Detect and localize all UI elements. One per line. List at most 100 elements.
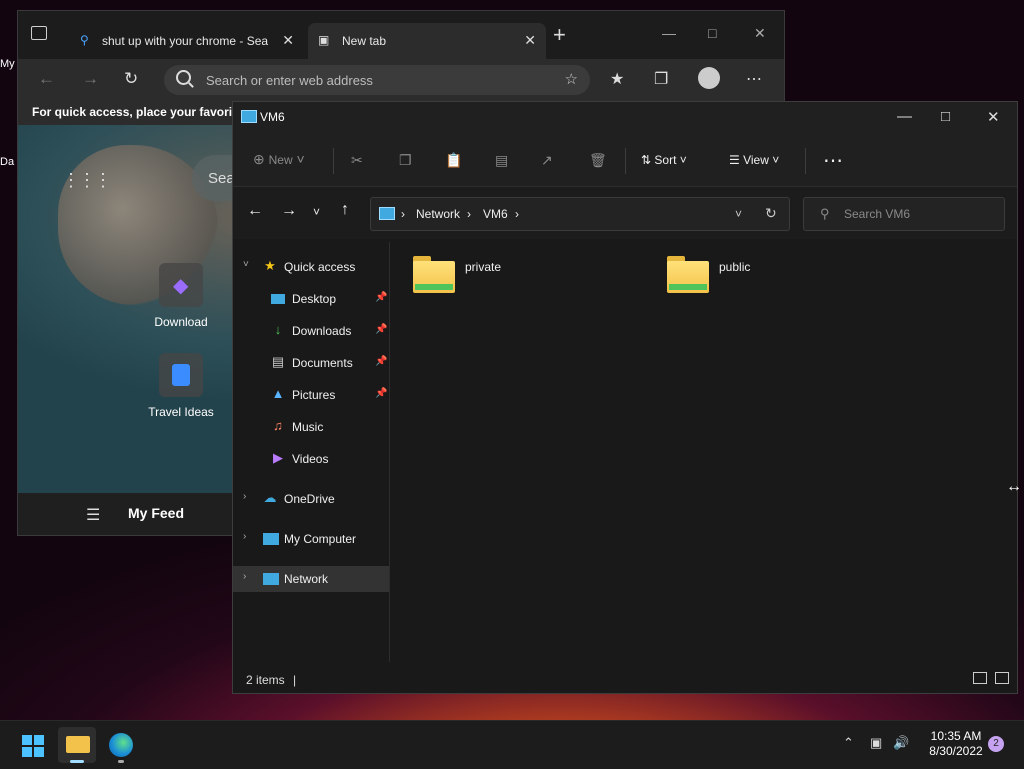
details-view-icon[interactable] — [973, 672, 987, 684]
add-favorite-icon[interactable]: ☆ — [565, 70, 578, 88]
minimize-icon[interactable]: — — [662, 25, 676, 41]
new-label: New — [268, 153, 293, 167]
edge-taskbar-button[interactable] — [102, 727, 140, 763]
delete-icon[interactable]: 🗑 — [589, 152, 607, 169]
rename-icon[interactable]: ▤ — [495, 152, 508, 169]
folder-item[interactable]: public — [667, 254, 750, 294]
refresh-icon[interactable]: ↻ — [124, 69, 138, 89]
search-icon: ⚲ — [820, 206, 830, 221]
show-hidden-icons-icon[interactable]: ⌃ — [843, 735, 854, 751]
collapsed-chevron-icon[interactable]: › — [243, 491, 246, 502]
nav-label: Music — [292, 420, 324, 434]
tab-actions-icon[interactable] — [31, 26, 47, 40]
profile-avatar[interactable] — [698, 67, 720, 89]
title-bar: VM6 — □ ✕ — [233, 102, 1017, 134]
share-icon[interactable]: ↗ — [541, 152, 553, 169]
navigation-row: ← → ˅ ↑ › Network › VM6 › ˅ ↻ ⚲ Search V… — [233, 187, 1017, 239]
start-button[interactable] — [12, 727, 50, 763]
pin-icon[interactable]: 📌 — [375, 356, 387, 367]
notification-badge[interactable]: 2 — [988, 736, 1004, 752]
nav-item-videos[interactable]: ▶ Videos — [233, 446, 389, 472]
address-dropdown-icon[interactable]: ˅ — [735, 207, 742, 221]
back-icon[interactable]: ← — [247, 202, 263, 220]
back-icon[interactable]: ← — [38, 69, 55, 89]
network-status-icon[interactable]: ▣ — [870, 735, 882, 751]
forward-icon[interactable]: → — [82, 69, 99, 89]
sort-label: Sort — [654, 153, 677, 167]
nav-item-downloads[interactable]: ↓ Downloads 📌 — [233, 318, 389, 344]
breadcrumb-network[interactable]: Network — [416, 207, 460, 221]
taskbar: ⌃ ▣ 🔊 10:35 AM 8/30/2022 2 — [0, 720, 1024, 769]
file-explorer-taskbar-button[interactable] — [58, 727, 96, 763]
tab-title: New tab — [342, 34, 387, 48]
see-more-icon[interactable]: ⋯ — [823, 148, 843, 173]
collections-icon[interactable]: ❐ — [654, 69, 668, 89]
videos-icon: ▶ — [273, 450, 283, 465]
copy-icon[interactable]: ❐ — [399, 152, 412, 169]
file-list: private public — [391, 242, 1017, 662]
edge-icon — [109, 733, 133, 757]
file-explorer-window: VM6 — □ ✕ ⊕ New ˅ ✂ ❐ 📋 ▤ ↗ 🗑 ⇅ Sort ˅ ☰… — [232, 101, 1018, 694]
pin-icon[interactable]: 📌 — [375, 324, 387, 335]
nav-network[interactable]: › Network — [233, 566, 389, 592]
new-button[interactable]: ⊕ New ˅ — [253, 151, 305, 168]
refresh-icon[interactable]: ↻ — [765, 205, 777, 222]
pin-icon[interactable]: 📌 — [375, 388, 387, 399]
volume-icon[interactable]: 🔊 — [893, 735, 909, 751]
new-tab-button[interactable]: + — [553, 24, 566, 46]
tab-search[interactable]: ⚲ shut up with your chrome - Sea ✕ — [68, 23, 304, 59]
nav-quick-access[interactable]: ˅ ★ Quick access — [233, 254, 389, 280]
maximize-icon[interactable]: □ — [708, 25, 716, 41]
recent-locations-icon[interactable]: ˅ — [313, 205, 320, 219]
clock-time: 10:35 AM — [930, 729, 982, 743]
breadcrumb-vm6[interactable]: VM6 — [483, 207, 508, 221]
address-bar[interactable]: › Network › VM6 › ˅ ↻ — [370, 197, 790, 231]
tiles-view-icon[interactable] — [995, 672, 1009, 684]
quick-link-tile[interactable]: Travel Ideas — [141, 353, 221, 419]
up-icon[interactable]: ↑ — [341, 201, 349, 219]
collapsed-chevron-icon[interactable]: › — [243, 571, 246, 582]
favorites-icon[interactable]: ★ — [610, 69, 624, 89]
desktop-icon-label[interactable]: My — [0, 58, 15, 70]
close-icon[interactable]: ✕ — [987, 108, 1000, 126]
nav-label: Pictures — [292, 388, 336, 402]
folder-item[interactable]: private — [413, 254, 501, 294]
nav-my-computer[interactable]: › My Computer — [233, 526, 389, 552]
cut-icon[interactable]: ✂ — [351, 152, 363, 169]
music-icon: ♫ — [273, 418, 283, 433]
app-launcher-icon[interactable]: ⋮⋮⋮ — [62, 170, 112, 191]
desktop-icon-label[interactable]: Da — [0, 156, 14, 168]
nav-item-desktop[interactable]: Desktop 📌 — [233, 286, 389, 312]
quick-link-tile[interactable]: ◆ Download — [141, 263, 221, 329]
pictures-icon: ▲ — [271, 386, 285, 401]
feed-label[interactable]: My Feed — [128, 505, 184, 521]
search-input[interactable]: ⚲ Search VM6 — [803, 197, 1005, 231]
minimize-icon[interactable]: — — [897, 108, 912, 125]
nav-item-documents[interactable]: ▤ Documents 📌 — [233, 350, 389, 376]
sort-button[interactable]: ⇅ Sort ˅ — [641, 153, 687, 167]
paste-icon[interactable]: 📋 — [445, 152, 462, 169]
view-button[interactable]: ☰ View ˅ — [729, 153, 779, 167]
search-favicon-icon: ⚲ — [80, 33, 89, 47]
nav-item-pictures[interactable]: ▲ Pictures 📌 — [233, 382, 389, 408]
status-bar: 2 items | — [233, 666, 1017, 693]
pin-icon[interactable]: 📌 — [375, 292, 387, 303]
tab-new-tab[interactable]: ▣ New tab ✕ — [308, 23, 546, 59]
tile-label: Travel Ideas — [148, 405, 214, 419]
forward-icon[interactable]: → — [281, 202, 297, 220]
maximize-icon[interactable]: □ — [941, 108, 950, 125]
close-icon[interactable]: ✕ — [754, 25, 766, 42]
expanded-chevron-icon[interactable]: ˅ — [243, 259, 249, 270]
documents-icon: ▤ — [271, 354, 285, 369]
nav-onedrive[interactable]: › ☁ OneDrive — [233, 486, 389, 512]
clock[interactable]: 10:35 AM 8/30/2022 — [920, 729, 992, 759]
close-tab-icon[interactable]: ✕ — [524, 32, 536, 49]
ntp-search-text: Sea — [208, 170, 235, 187]
address-input[interactable]: Search or enter web address ☆ — [164, 65, 590, 95]
close-tab-icon[interactable]: ✕ — [282, 32, 294, 49]
nav-label: Documents — [292, 356, 353, 370]
more-icon[interactable]: ⋯ — [746, 69, 762, 89]
collapsed-chevron-icon[interactable]: › — [243, 531, 246, 542]
nav-item-music[interactable]: ♫ Music — [233, 414, 389, 440]
menu-icon[interactable]: ☰ — [86, 505, 100, 525]
